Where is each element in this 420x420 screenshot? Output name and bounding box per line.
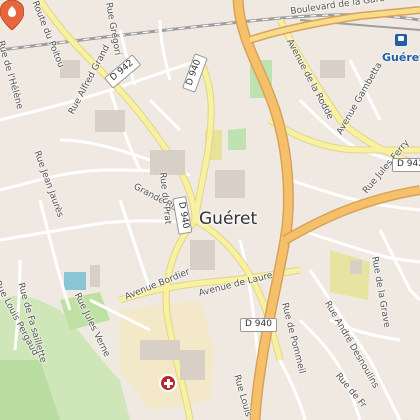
- city-label: Guéret: [199, 209, 258, 229]
- square-green: [228, 128, 246, 150]
- train-station-icon[interactable]: [395, 34, 407, 46]
- road-shield-d942-right: D 942: [392, 158, 420, 172]
- station-label: Guéret: [382, 51, 420, 64]
- hospital-icon[interactable]: [159, 374, 177, 392]
- pool-area: [64, 272, 86, 290]
- map-pin-icon[interactable]: [0, 0, 24, 30]
- road-shield-d940-bottom: D 940: [240, 318, 277, 332]
- map-view[interactable]: Route du Poitou Boulevard de la Gare Rue…: [0, 0, 420, 420]
